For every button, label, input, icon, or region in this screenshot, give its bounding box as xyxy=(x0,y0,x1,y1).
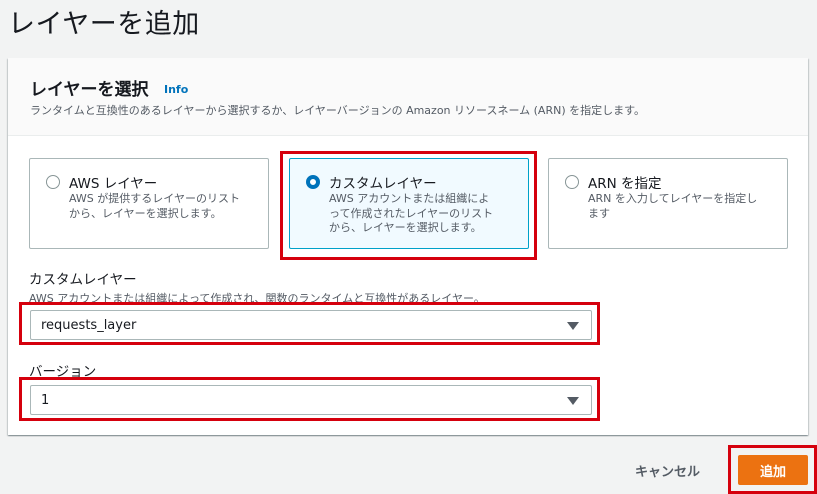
page-title: レイヤーを追加 xyxy=(8,9,200,40)
tile-custom-layers[interactable]: カスタムレイヤー AWS アカウントまたは組織によ って作成されたレイヤーのリス… xyxy=(289,158,529,249)
tile-desc-line: から、レイヤーを選択します。 xyxy=(329,221,482,234)
version-label: バージョン xyxy=(29,364,97,380)
tile-description: ARN を入力してレイヤーを指定し ます xyxy=(588,192,778,221)
custom-layer-label: カスタムレイヤー xyxy=(29,272,137,288)
tile-desc-line: から、レイヤーを選択します。 xyxy=(69,206,222,220)
tile-title: ARN を指定 xyxy=(588,176,662,192)
panel-heading: レイヤーを選択 xyxy=(30,80,149,100)
custom-layer-description: AWS アカウントまたは組織によって作成され、関数のランタイムと互換性があるレイ… xyxy=(29,292,485,305)
tile-aws-layers[interactable]: AWS レイヤー AWS が提供するレイヤーのリスト から、レイヤーを選択します… xyxy=(29,158,269,249)
tile-specify-arn[interactable]: ARN を指定 ARN を入力してレイヤーを指定し ます xyxy=(548,158,788,249)
tile-description: AWS が提供するレイヤーのリスト から、レイヤーを選択します。 xyxy=(69,192,259,221)
tile-desc-line: AWS が提供するレイヤーのリスト xyxy=(69,192,240,205)
tile-title: AWS レイヤー xyxy=(69,176,158,192)
tile-desc-line: って作成されたレイヤーのリスト xyxy=(329,206,494,220)
tile-description: AWS アカウントまたは組織によ って作成されたレイヤーのリスト から、レイヤー… xyxy=(329,192,519,236)
add-button[interactable]: 追加 xyxy=(738,455,808,485)
radio-custom-layers[interactable] xyxy=(306,175,320,189)
panel-header: レイヤーを選択 Info ランタイムと互換性のあるレイヤーから選択するか、レイヤ… xyxy=(8,58,808,136)
tile-desc-line: ます xyxy=(588,206,610,220)
version-select[interactable]: 1 xyxy=(30,385,592,415)
select-layer-panel: レイヤーを選択 Info ランタイムと互換性のあるレイヤーから選択するか、レイヤ… xyxy=(8,58,808,435)
info-link[interactable]: Info xyxy=(164,83,188,96)
custom-layer-value: requests_layer xyxy=(41,318,137,333)
radio-aws-layers[interactable] xyxy=(46,175,60,189)
tile-desc-line: ARN を入力してレイヤーを指定し xyxy=(588,192,758,205)
caret-down-icon xyxy=(567,397,579,405)
version-value: 1 xyxy=(41,393,50,408)
radio-specify-arn[interactable] xyxy=(565,175,579,189)
custom-layer-select[interactable]: requests_layer xyxy=(30,310,592,340)
tile-desc-line: AWS アカウントまたは組織によ xyxy=(329,192,490,205)
tile-title: カスタムレイヤー xyxy=(329,176,437,192)
panel-description: ランタイムと互換性のあるレイヤーから選択するか、レイヤーバージョンの Amazo… xyxy=(30,104,646,117)
caret-down-icon xyxy=(567,322,579,330)
cancel-button[interactable]: キャンセル xyxy=(625,457,710,483)
